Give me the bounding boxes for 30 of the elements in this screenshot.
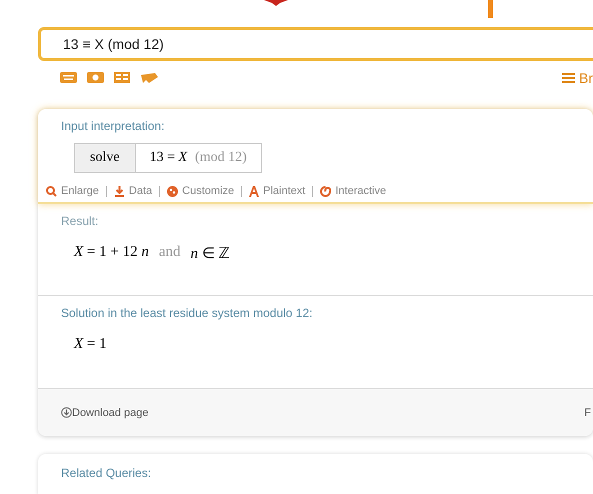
letter-a-icon bbox=[249, 186, 260, 196]
pod-title: Input interpretation: bbox=[60, 119, 166, 133]
result-joiner: and bbox=[158, 244, 181, 262]
download-link[interactable]: Download page bbox=[72, 406, 148, 418]
table-cell-text: 13 = X (mod 12) bbox=[148, 149, 248, 167]
solution-formula: X = 1 bbox=[74, 336, 107, 353]
swirl-icon bbox=[320, 186, 332, 196]
pod-action-link[interactable]: Interactive bbox=[335, 185, 386, 197]
bar-icon bbox=[488, 0, 493, 18]
zoom-icon bbox=[46, 186, 57, 196]
palette-icon bbox=[167, 186, 178, 196]
footer-link[interactable]: F bbox=[584, 406, 591, 418]
table-icon[interactable] bbox=[114, 72, 131, 84]
camera-icon[interactable] bbox=[87, 72, 104, 84]
menu-icon[interactable] bbox=[562, 73, 575, 83]
table-cell: solve bbox=[75, 144, 136, 172]
result-condition: n ∈ ℤ bbox=[190, 245, 230, 263]
result-formula: X = 1 + 12 n bbox=[74, 244, 149, 262]
pod-action-link[interactable]: Plaintext bbox=[263, 185, 306, 197]
keyboard-icon[interactable] bbox=[60, 72, 77, 84]
pod-action-link[interactable]: Data bbox=[128, 185, 152, 197]
download-icon bbox=[61, 407, 72, 418]
pod-action-link[interactable]: Enlarge bbox=[61, 185, 99, 197]
download-icon bbox=[114, 186, 125, 196]
query-input[interactable]: 13 ≡ X (mod 12) bbox=[38, 27, 593, 61]
browse-link[interactable]: Br bbox=[579, 70, 593, 86]
pod-action-link[interactable]: Customize bbox=[182, 185, 234, 197]
pod-title: Solution in the least residue system modulo 12: bbox=[61, 306, 314, 320]
pod-title: Related Queries: bbox=[61, 466, 152, 480]
pod-title: Result: bbox=[61, 214, 100, 228]
